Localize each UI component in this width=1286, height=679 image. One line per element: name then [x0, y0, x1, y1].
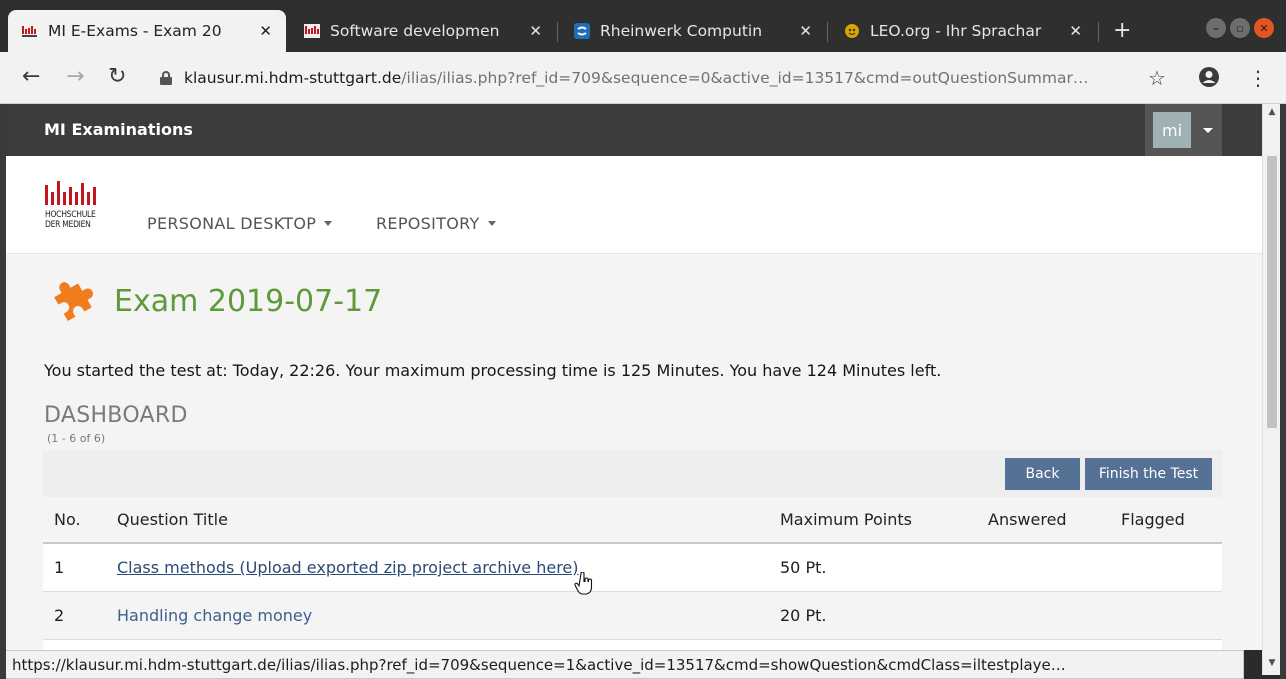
column-header-max-points[interactable]: Maximum Points — [780, 497, 912, 542]
main-navigation: HOCHSCHULE DER MEDIEN PERSONAL DESKTOP R… — [6, 156, 1262, 254]
question-points: 20 Pt. — [780, 606, 827, 625]
bookmark-star-icon[interactable]: ☆ — [1148, 66, 1166, 90]
table-toolbar: Back Finish the Test — [43, 450, 1222, 497]
hand-pointer-icon — [574, 572, 593, 595]
scroll-down-arrow-icon[interactable]: ▼ — [1263, 655, 1281, 671]
hdm-logo-icon — [304, 23, 320, 39]
column-header-title[interactable]: Question Title — [117, 497, 228, 542]
close-window-icon[interactable]: ✕ — [1254, 18, 1274, 38]
table-row — [43, 640, 1222, 650]
question-number: 1 — [54, 558, 65, 577]
tab-separator — [827, 22, 828, 42]
question-number: 2 — [54, 606, 65, 625]
browser-status-bar: https://klausur.mi.hdm-stuttgart.de/ilia… — [6, 650, 1244, 679]
status-url: https://klausur.mi.hdm-stuttgart.de/ilia… — [12, 655, 1066, 674]
caret-down-icon — [1203, 127, 1213, 133]
browser-toolbar: ← → ↻ klausur.mi.hdm-stuttgart.de/ilias/… — [0, 52, 1286, 104]
close-tab-icon[interactable]: ✕ — [529, 22, 542, 40]
tab-title: Software developmen — [330, 22, 500, 40]
puzzle-icon — [54, 282, 94, 322]
forward-arrow-icon[interactable]: → — [66, 64, 84, 90]
scroll-up-arrow-icon[interactable]: ▲ — [1263, 104, 1281, 120]
logo-bars-icon — [45, 181, 109, 205]
table-header-row: No. Question Title Maximum Points Answer… — [43, 497, 1222, 544]
hdm-logo-icon — [22, 23, 38, 39]
questions-table: No. Question Title Maximum Points Answer… — [43, 497, 1222, 650]
app-topbar: MI Examinations mi — [6, 104, 1262, 156]
window-controls: – ▫ ✕ — [1206, 18, 1274, 38]
back-arrow-icon[interactable]: ← — [22, 64, 40, 90]
question-points: 50 Pt. — [780, 558, 827, 577]
tab-separator — [557, 22, 558, 42]
browser-tab-software-dev[interactable]: Software developmen ✕ — [290, 10, 556, 52]
dashboard-title: DASHBOARD — [44, 403, 188, 428]
page-header: Exam 2019-07-17 — [50, 278, 382, 324]
browser-tab-rheinwerk[interactable]: Rheinwerk Computin ✕ — [560, 10, 826, 52]
back-button[interactable]: Back — [1005, 458, 1080, 490]
logo-text: HOCHSCHULE DER MEDIEN — [45, 210, 96, 230]
hdm-logo[interactable]: HOCHSCHULE DER MEDIEN — [45, 181, 109, 233]
lock-icon — [160, 71, 172, 85]
table-row: 2 Handling change money 20 Pt. — [43, 592, 1222, 640]
browser-tab-strip: MI E-Exams - Exam 20 ✕ Software developm… — [0, 0, 1286, 52]
leo-icon — [844, 23, 860, 39]
column-header-flagged[interactable]: Flagged — [1121, 497, 1185, 542]
column-header-answered[interactable]: Answered — [988, 497, 1067, 542]
close-tab-icon[interactable]: ✕ — [1069, 22, 1082, 40]
scrollbar-thumb[interactable] — [1267, 156, 1277, 428]
avatar: mi — [1153, 112, 1191, 148]
question-title-cell: Handling change money — [117, 592, 312, 639]
browser-tab-leo[interactable]: LEO.org - Ihr Sprachar ✕ — [830, 10, 1096, 52]
caret-down-icon — [487, 221, 496, 226]
column-header-no[interactable]: No. — [54, 497, 81, 542]
browser-tab-mi-eexams[interactable]: MI E-Exams - Exam 20 ✕ — [8, 10, 286, 52]
question-link[interactable]: Class methods (Upload exported zip proje… — [117, 558, 579, 577]
reload-icon[interactable]: ↻ — [108, 64, 126, 90]
dashboard-count: (1 - 6 of 6) — [47, 432, 106, 445]
tab-separator — [1098, 22, 1099, 42]
nav-personal-desktop[interactable]: PERSONAL DESKTOP — [147, 214, 333, 233]
page-title: Exam 2019-07-17 — [114, 283, 383, 319]
nav-repository[interactable]: REPOSITORY — [376, 214, 496, 233]
close-tab-icon[interactable]: ✕ — [259, 22, 272, 40]
table-row: 1 Class methods (Upload exported zip pro… — [43, 544, 1222, 592]
tab-title: MI E-Exams - Exam 20 — [48, 22, 222, 40]
address-bar[interactable]: klausur.mi.hdm-stuttgart.de/ilias/ilias.… — [150, 62, 1130, 94]
rheinwerk-icon — [574, 23, 590, 39]
finish-test-button[interactable]: Finish the Test — [1085, 458, 1212, 490]
account-icon[interactable] — [1198, 66, 1220, 93]
page-scrollbar[interactable]: ▲ ▼ — [1262, 104, 1280, 675]
tab-title: LEO.org - Ihr Sprachar — [870, 22, 1042, 40]
test-time-info: You started the test at: Today, 22:26. Y… — [44, 361, 942, 380]
url-path: /ilias/ilias.php?ref_id=709&sequence=0&a… — [401, 69, 1089, 87]
brand-name[interactable]: MI Examinations — [44, 120, 193, 139]
close-tab-icon[interactable]: ✕ — [799, 22, 812, 40]
caret-down-icon — [324, 221, 333, 226]
new-tab-button[interactable]: + — [1113, 18, 1131, 44]
window-frame-right — [1280, 104, 1286, 679]
more-menu-icon[interactable]: ⋮ — [1248, 66, 1268, 90]
question-link[interactable]: Handling change money — [117, 606, 312, 625]
url-host: klausur.mi.hdm-stuttgart.de — [184, 69, 402, 87]
tab-title: Rheinwerk Computin — [600, 22, 763, 40]
user-menu-button[interactable]: mi — [1145, 104, 1222, 156]
page-viewport: MI Examinations mi HOCHSCHULE DER MEDIEN… — [6, 104, 1262, 650]
minimize-window-icon[interactable]: – — [1206, 18, 1226, 38]
maximize-window-icon[interactable]: ▫ — [1230, 18, 1250, 38]
question-title-cell: Class methods (Upload exported zip proje… — [117, 544, 579, 591]
